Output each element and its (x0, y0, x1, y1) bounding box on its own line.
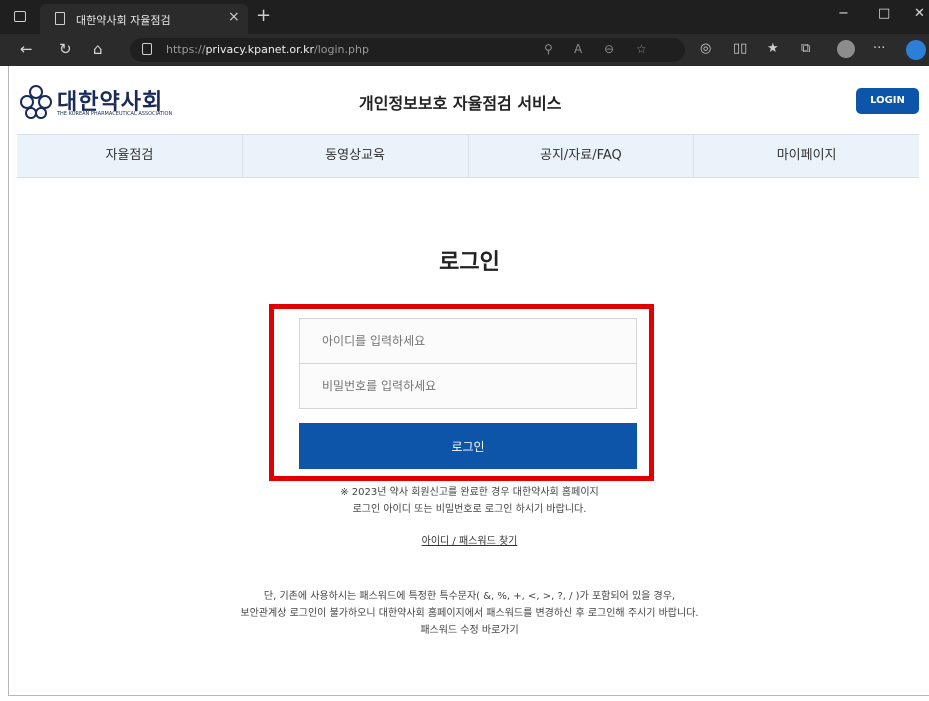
refresh-icon[interactable]: ↻ (59, 40, 72, 58)
zoom-icon[interactable]: ⊖ (604, 42, 614, 56)
address-bar: ← ↻ ⌂ https://privacy.kpanet.or.kr/login… (0, 34, 929, 66)
tab-title: 대한약사회 자율점검 (76, 14, 171, 27)
extensions-icon[interactable]: ◎ (700, 41, 711, 56)
close-icon[interactable]: ✕ (914, 6, 925, 21)
profile-avatar[interactable] (837, 40, 855, 58)
nav-item-self-check[interactable]: 자율점검 (17, 135, 243, 177)
id-input[interactable] (299, 318, 637, 364)
tab-close-icon[interactable]: × (228, 9, 240, 25)
password-notice-line: 단, 기존에 사용하시는 패스워드에 특정한 특수문자( &, %, +, <,… (263, 591, 676, 602)
notice-line: 로그인 아이디 또는 비밀번호로 로그인 하시기 바랍니다. (352, 504, 587, 515)
change-password-link[interactable]: 패스워드 수정 바로가기 (9, 622, 929, 639)
nav-item-notice-faq[interactable]: 공지/자료/FAQ (469, 135, 695, 177)
favorite-star-icon[interactable]: ☆ (636, 42, 647, 56)
password-notice-line: 보안관계상 로그인이 불가하오니 대한약사회 홈페이지에서 패스워드를 변경하신… (240, 608, 699, 619)
minimize-icon[interactable]: − (838, 6, 849, 21)
login-button[interactable]: 로그인 (299, 423, 637, 469)
browser-tab[interactable]: 대한약사회 자율점검 × (40, 4, 248, 34)
title-bar: 대한약사회 자율점검 × + − □ ✕ (0, 0, 929, 34)
lock-icon[interactable] (142, 43, 152, 55)
split-screen-icon[interactable]: ▯▯ (733, 41, 747, 56)
site-title: 개인정보보호 자율점검 서비스 (359, 94, 562, 113)
password-input[interactable] (299, 363, 637, 409)
nav-item-my-page[interactable]: 마이페이지 (694, 135, 919, 177)
notice-text: ※ 2023년 약사 회원신고를 완료한 경우 대한약사회 홈페이지 로그인 아… (9, 484, 929, 518)
more-menu-icon[interactable]: ··· (873, 41, 885, 56)
favorites-icon[interactable]: ★ (767, 41, 779, 56)
page-title: 로그인 (439, 250, 500, 275)
new-tab-icon[interactable]: + (256, 5, 271, 26)
url-text: https://privacy.kpanet.or.kr/login.php (166, 43, 369, 56)
find-id-password-link[interactable]: 아이디 / 패스워드 찾기 (9, 532, 929, 547)
copilot-icon[interactable] (906, 40, 926, 60)
read-aloud-icon[interactable]: A (574, 42, 582, 56)
window-bottom-border (8, 695, 929, 696)
main-nav: 자율점검 동영상교육 공지/자료/FAQ 마이페이지 (17, 134, 919, 178)
back-icon[interactable]: ← (20, 40, 33, 58)
home-icon[interactable]: ⌂ (93, 40, 103, 58)
browser-window: 대한약사회 자율점검 × + − □ ✕ ← ↻ ⌂ https://priva… (0, 0, 929, 701)
key-icon[interactable]: ⚲ (544, 42, 553, 56)
page-icon (55, 12, 65, 25)
header-login-button[interactable]: LOGIN (856, 88, 919, 114)
nav-item-video-education[interactable]: 동영상교육 (243, 135, 469, 177)
tab-actions-icon[interactable] (14, 11, 26, 22)
collections-icon[interactable]: ⧉ (801, 41, 810, 56)
page-content: 대한약사회 THE KOREAN PHARMACEUTICAL ASSOCIAT… (8, 66, 929, 695)
maximize-icon[interactable]: □ (878, 6, 890, 21)
kpa-emblem-icon (20, 85, 52, 119)
password-notice: 단, 기존에 사용하시는 패스워드에 특정한 특수문자( &, %, +, <,… (9, 588, 929, 639)
notice-line: ※ 2023년 약사 회원신고를 완료한 경우 대한약사회 홈페이지 (340, 487, 599, 498)
url-field[interactable]: https://privacy.kpanet.or.kr/login.php ⚲… (130, 38, 685, 62)
kpa-logo[interactable]: 대한약사회 THE KOREAN PHARMACEUTICAL ASSOCIAT… (19, 82, 199, 124)
logo-english-text: THE KOREAN PHARMACEUTICAL ASSOCIATION (57, 111, 173, 117)
